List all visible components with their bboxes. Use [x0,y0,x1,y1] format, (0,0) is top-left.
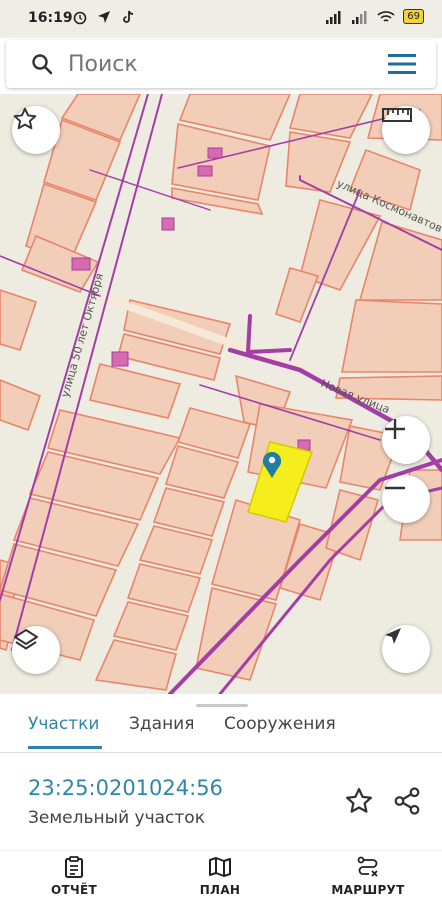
layers-icon [14,629,38,650]
tiktok-icon [123,10,134,23]
active-tab-indicator [28,746,102,749]
favorites-button[interactable] [12,106,60,154]
location-arrow-icon [98,11,110,23]
add-favorite-star-icon[interactable] [344,786,374,816]
object-info-sheet: Участки Здания Сооружения 23:25:0201024:… [0,694,442,910]
nav-plan[interactable]: ПЛАН [170,855,270,910]
navigation-arrow-icon [385,628,401,644]
nav-route-label: МАРШРУТ [331,883,405,897]
plus-icon [385,419,405,439]
zoom-in-button[interactable] [382,416,430,464]
cadastral-number[interactable]: 23:25:0201024:56 [28,776,223,800]
status-icons-right: 69 [325,9,424,24]
nav-plan-label: ПЛАН [199,883,241,897]
ruler-icon [382,108,412,122]
tabs-divider [0,752,442,753]
zoom-out-button[interactable] [382,475,430,523]
nav-route[interactable]: МАРШРУТ [318,855,418,910]
route-icon [357,856,378,877]
nav-report[interactable]: ОТЧЁТ [24,855,124,910]
status-bar: 16:19 69 [0,0,442,38]
share-icon[interactable] [392,786,422,816]
minus-icon [385,486,405,490]
tab-parcels[interactable]: Участки [28,714,99,734]
ruler-button[interactable] [382,106,430,154]
map-canvas[interactable]: улица 50 лет Октября улица Космонавтов Н… [0,94,442,694]
object-type-tabs: Участки Здания Сооружения [0,708,442,746]
battery-indicator: 69 [403,9,424,24]
my-location-button[interactable] [382,625,430,673]
search-bar [6,40,436,88]
signal-icon-2 [352,10,367,24]
star-icon [13,107,37,130]
alarm-icon [73,11,87,25]
status-time: 16:19 [28,10,73,26]
object-type-label: Земельный участок [28,808,205,828]
signal-icon [326,10,341,24]
app-screen: 16:19 69 Поиск улица 50 лет Октября улиц… [0,0,442,910]
search-icon[interactable] [30,52,54,76]
wifi-icon [377,10,395,22]
tab-buildings[interactable]: Здания [129,714,194,734]
map-icon [209,857,231,877]
sheet-drag-handle[interactable] [196,704,248,707]
nav-report-label: ОТЧЁТ [51,883,97,897]
menu-icon[interactable] [388,53,416,75]
tab-structures[interactable]: Сооружения [224,714,336,734]
bottom-navigation: ОТЧЁТ ПЛАН МАРШРУТ [0,850,442,910]
clipboard-icon [65,856,83,878]
search-input[interactable] [68,48,368,80]
status-icons-left [72,9,136,25]
layers-button[interactable] [12,626,60,674]
cadastral-map[interactable]: улица 50 лет Октября улица Космонавтов Н… [0,94,442,694]
